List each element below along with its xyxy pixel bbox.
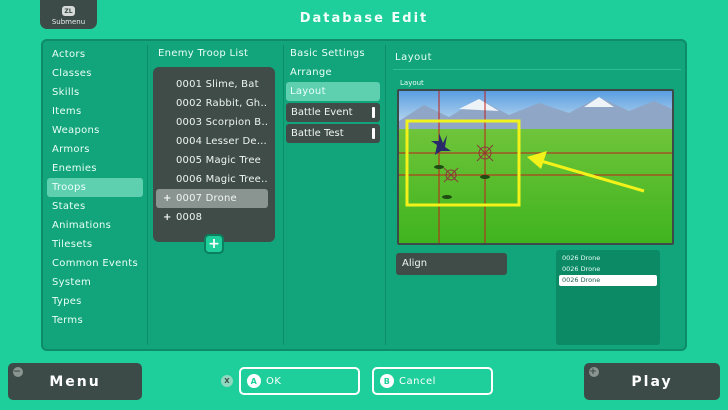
category-item-terms[interactable]: Terms [47, 311, 143, 330]
x-button-icon[interactable]: X [221, 375, 233, 387]
troop-item[interactable]: 0005 Magic Tree [153, 151, 268, 170]
add-troop-button[interactable]: + [204, 234, 224, 254]
category-item-classes[interactable]: Classes [47, 64, 143, 83]
troop-item[interactable]: 0002 Rabbit, Gh… [153, 94, 268, 113]
category-item-types[interactable]: Types [47, 292, 143, 311]
layout-title: Layout [395, 52, 432, 63]
plus-icon: + [163, 193, 172, 204]
category-item-common-events[interactable]: Common Events [47, 254, 143, 273]
battle-layout-preview[interactable] [397, 89, 674, 245]
play-button[interactable]: + Play [584, 363, 720, 400]
database-category-list: Actors Classes Skills Items Weapons Armo… [47, 45, 143, 330]
troop-list: 0001 Slime, Bat 0002 Rabbit, Gh… 0003 Sc… [153, 67, 275, 242]
play-label: Play [631, 373, 673, 390]
ok-label: OK [266, 375, 282, 387]
settings-item-arrange[interactable]: Arrange [286, 63, 380, 82]
troop-item[interactable]: 0003 Scorpion B… [153, 113, 268, 132]
menu-label: Menu [49, 373, 101, 390]
b-button-icon: B [380, 374, 394, 388]
divider [393, 69, 681, 70]
plus-icon: + [163, 212, 172, 223]
edit-indicator-icon [372, 128, 375, 139]
database-panel: Actors Classes Skills Items Weapons Armo… [41, 39, 687, 351]
plus-icon: + [208, 236, 220, 252]
troop-item[interactable]: 0004 Lesser De… [153, 132, 268, 151]
troop-settings-list: Basic Settings Arrange Layout Battle Eve… [286, 44, 380, 143]
battle-test-label: Battle Test [291, 128, 344, 139]
edit-indicator-icon [372, 107, 375, 118]
unit-item-selected[interactable]: 0026 Drone [559, 275, 657, 286]
unit-item[interactable]: 0026 Drone [559, 264, 657, 275]
page-title: Database Edit [299, 11, 429, 26]
cancel-label: Cancel [399, 375, 436, 387]
battle-event-label: Battle Event [291, 107, 353, 118]
category-item-troops[interactable]: Troops [47, 178, 143, 197]
a-button-icon: A [247, 374, 261, 388]
troop-item[interactable]: 0006 Magic Tree… [153, 170, 268, 189]
enemy-unit-list: 0026 Drone 0026 Drone 0026 Drone [556, 250, 660, 345]
troop-item-selected[interactable]: +0007 Drone [156, 189, 268, 208]
category-item-tilesets[interactable]: Tilesets [47, 235, 143, 254]
troop-item[interactable]: 0001 Slime, Bat [153, 75, 268, 94]
settings-item-layout[interactable]: Layout [286, 82, 380, 101]
menu-button[interactable]: − Menu [8, 363, 142, 400]
category-item-enemies[interactable]: Enemies [47, 159, 143, 178]
troop-item-label: 0007 Drone [176, 193, 237, 204]
unit-item[interactable]: 0026 Drone [559, 253, 657, 264]
troop-item[interactable]: +0008 [153, 208, 268, 227]
settings-item-basic[interactable]: Basic Settings [286, 44, 380, 63]
column-divider [147, 45, 148, 345]
battle-test-button[interactable]: Battle Test [286, 124, 380, 143]
cancel-button[interactable]: B Cancel [372, 367, 493, 395]
ok-button[interactable]: A OK [239, 367, 360, 395]
category-item-items[interactable]: Items [47, 102, 143, 121]
category-item-animations[interactable]: Animations [47, 216, 143, 235]
category-item-states[interactable]: States [47, 197, 143, 216]
layout-preview-label: Layout [400, 79, 424, 87]
battle-scene-image [399, 91, 672, 243]
category-item-system[interactable]: System [47, 273, 143, 292]
troop-item-label: 0008 [176, 212, 203, 223]
plus-icon: + [589, 367, 599, 377]
category-item-armors[interactable]: Armors [47, 140, 143, 159]
minus-icon: − [13, 367, 23, 377]
battle-event-button[interactable]: Battle Event [286, 103, 380, 122]
column-divider [283, 45, 284, 345]
column-divider [385, 45, 386, 345]
troop-list-title: Enemy Troop List [158, 48, 249, 59]
align-button[interactable]: Align [396, 253, 507, 275]
category-item-actors[interactable]: Actors [47, 45, 143, 64]
category-item-skills[interactable]: Skills [47, 83, 143, 102]
category-item-weapons[interactable]: Weapons [47, 121, 143, 140]
